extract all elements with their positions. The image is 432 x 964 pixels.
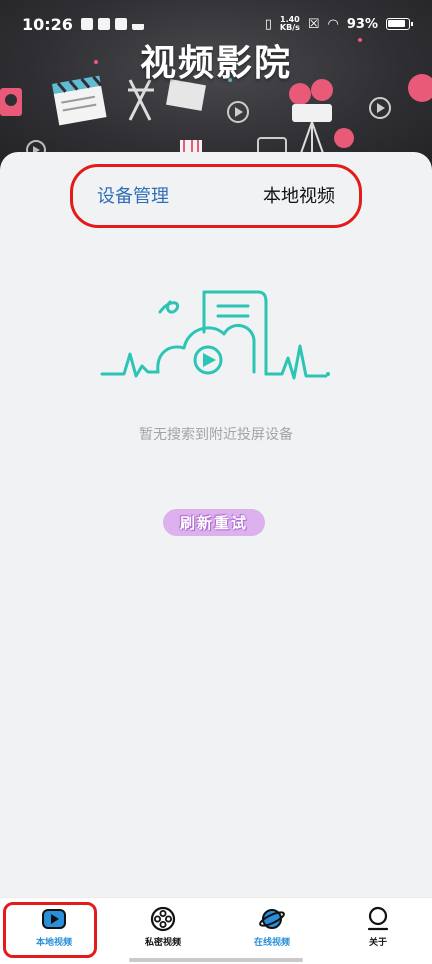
app-notification-icon: [97, 18, 110, 30]
nav-item-private-video[interactable]: 私密视频: [123, 906, 203, 956]
app-notification-icon: [80, 18, 93, 30]
network-speed: 1.40 KB/s: [280, 16, 300, 32]
main-card: 设备管理 本地视频 暂无搜索到附近投屏设备 刷新重试: [0, 152, 432, 897]
battery-icon: [386, 18, 413, 30]
network-speed-unit: KB/s: [279, 23, 300, 32]
vibrate-icon: ▯: [264, 16, 272, 32]
battery-percent: 93%: [346, 16, 378, 32]
film-reel-icon: [150, 906, 176, 932]
no-device-illustration: [100, 290, 330, 380]
page-title: 视频影院: [139, 43, 292, 84]
planet-icon: [259, 909, 285, 929]
nav-highlight-box: [3, 902, 97, 958]
nav-label-about: 关于: [368, 938, 387, 948]
header-banner: 10:26 ▯ 1.40 KB/s ☒ ◠ 93% 视频影院: [0, 0, 432, 170]
empty-state-message: 暂无搜索到附近投屏设备: [139, 427, 293, 443]
status-time: 10:26: [22, 14, 73, 34]
wifi-icon: ◠: [327, 16, 339, 32]
nav-item-about[interactable]: 关于: [338, 906, 418, 956]
refresh-retry-button[interactable]: 刷新重试: [163, 509, 265, 536]
mail-notification-icon: [114, 18, 127, 30]
crown-notification-icon: [131, 18, 144, 30]
status-right: ▯ 1.40 KB/s ☒ ◠ 93%: [264, 16, 413, 32]
nav-label-online-video: 在线视频: [253, 938, 290, 948]
nav-item-online-video[interactable]: 在线视频: [232, 906, 312, 956]
tab-device-management[interactable]: 设备管理: [97, 182, 169, 208]
sim-icon: ☒: [307, 16, 320, 32]
person-outline-icon: [367, 906, 389, 931]
home-indicator[interactable]: [129, 958, 303, 962]
nav-label-private-video: 私密视频: [144, 938, 181, 948]
notification-icons: [80, 18, 144, 30]
tab-local-video[interactable]: 本地视频: [263, 182, 335, 208]
